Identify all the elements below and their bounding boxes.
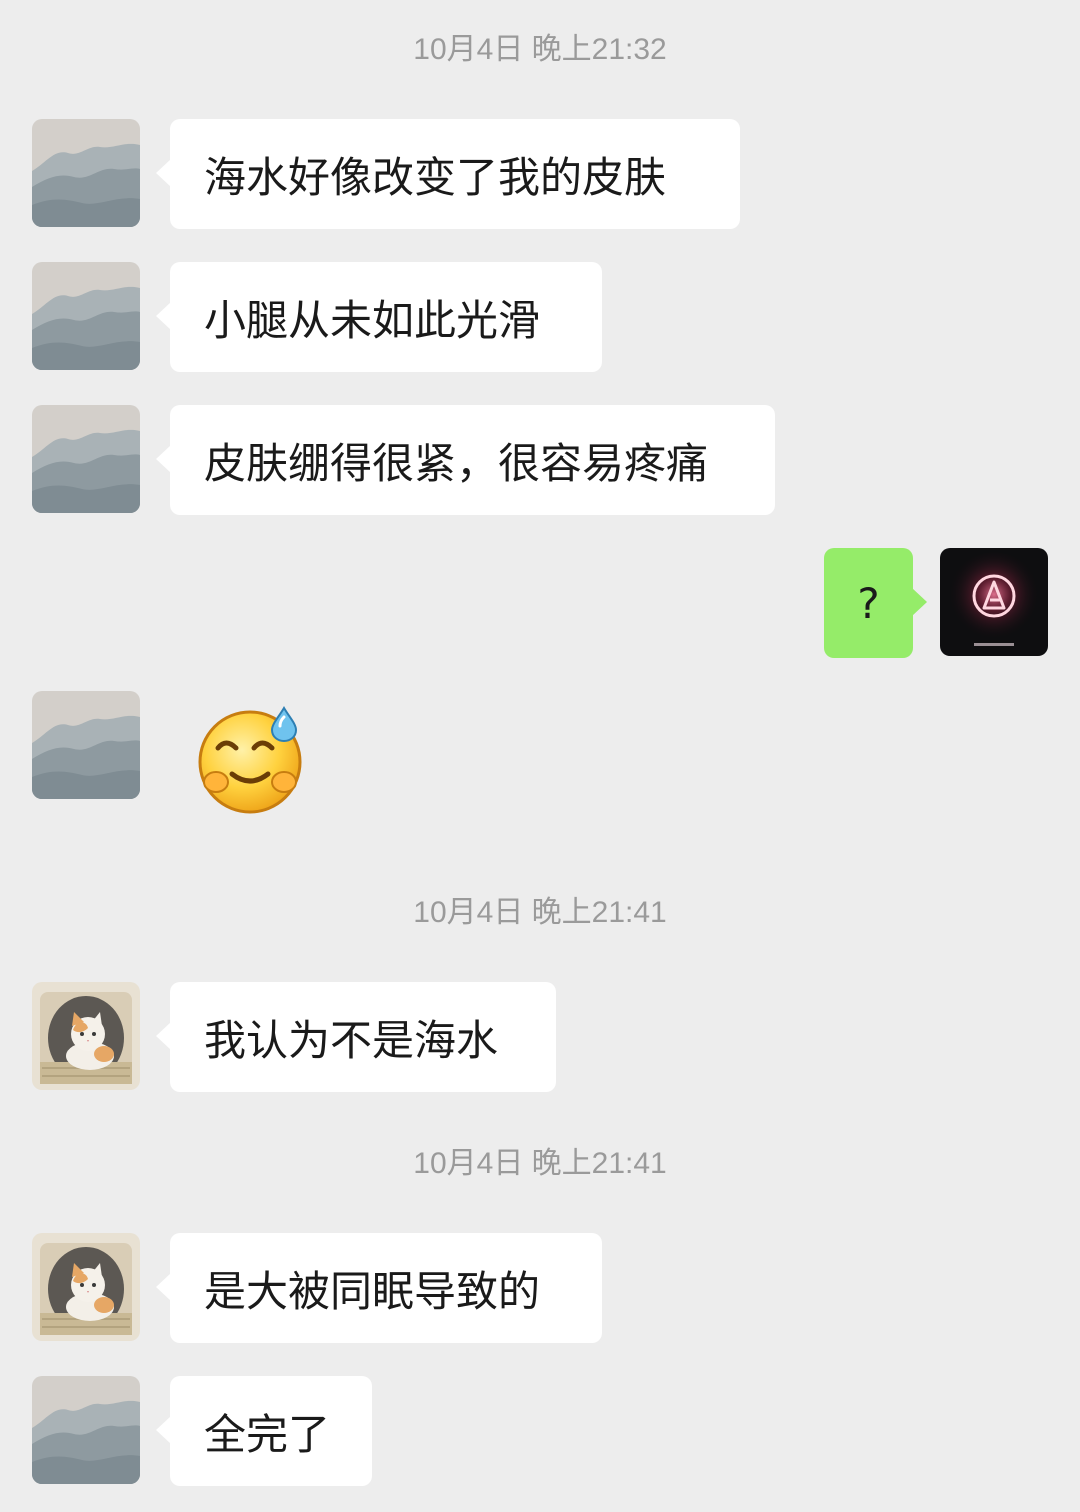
chat-area[interactable]: 10月4日 晚上21:32 海水好像改变了我的皮肤 小腿从未如此光滑 皮肤绷得很…	[0, 0, 1080, 1512]
message-bubble[interactable]: 皮肤绷得很紧，很容易疼痛	[156, 405, 775, 515]
mountain-avatar[interactable]	[32, 691, 140, 799]
message-text: 小腿从未如此光滑	[204, 295, 541, 345]
message-text: 皮肤绷得很紧，很容易疼痛	[204, 438, 709, 488]
outgoing-message-bubble[interactable]: ?	[824, 548, 927, 658]
cat-avatar[interactable]	[32, 982, 140, 1090]
message-text: ?	[857, 578, 880, 628]
mountain-avatar[interactable]	[32, 1376, 140, 1484]
cat-avatar[interactable]	[32, 1233, 140, 1341]
mountain-avatar[interactable]	[32, 405, 140, 513]
message-bubble[interactable]: 是大被同眠导致的	[156, 1233, 602, 1343]
timestamp: 10月4日 晚上21:32	[413, 33, 667, 66]
message-bubble[interactable]: 我认为不是海水	[156, 982, 556, 1092]
sweat-smile-emoji[interactable]	[192, 704, 308, 816]
mountain-avatar[interactable]	[32, 119, 140, 227]
timestamp: 10月4日 晚上21:41	[413, 1147, 667, 1180]
message-bubble[interactable]: 全完了	[156, 1376, 372, 1486]
message-text: 我认为不是海水	[204, 1015, 499, 1065]
message-text: 全完了	[204, 1409, 331, 1459]
message-bubble[interactable]: 小腿从未如此光滑	[156, 262, 602, 372]
glowing-logo-avatar[interactable]	[940, 548, 1048, 656]
message-text: 是大被同眠导致的	[204, 1266, 541, 1316]
message-text: 海水好像改变了我的皮肤	[204, 152, 667, 202]
timestamp: 10月4日 晚上21:41	[413, 896, 667, 929]
message-bubble[interactable]: 海水好像改变了我的皮肤	[156, 119, 740, 229]
mountain-avatar[interactable]	[32, 262, 140, 370]
